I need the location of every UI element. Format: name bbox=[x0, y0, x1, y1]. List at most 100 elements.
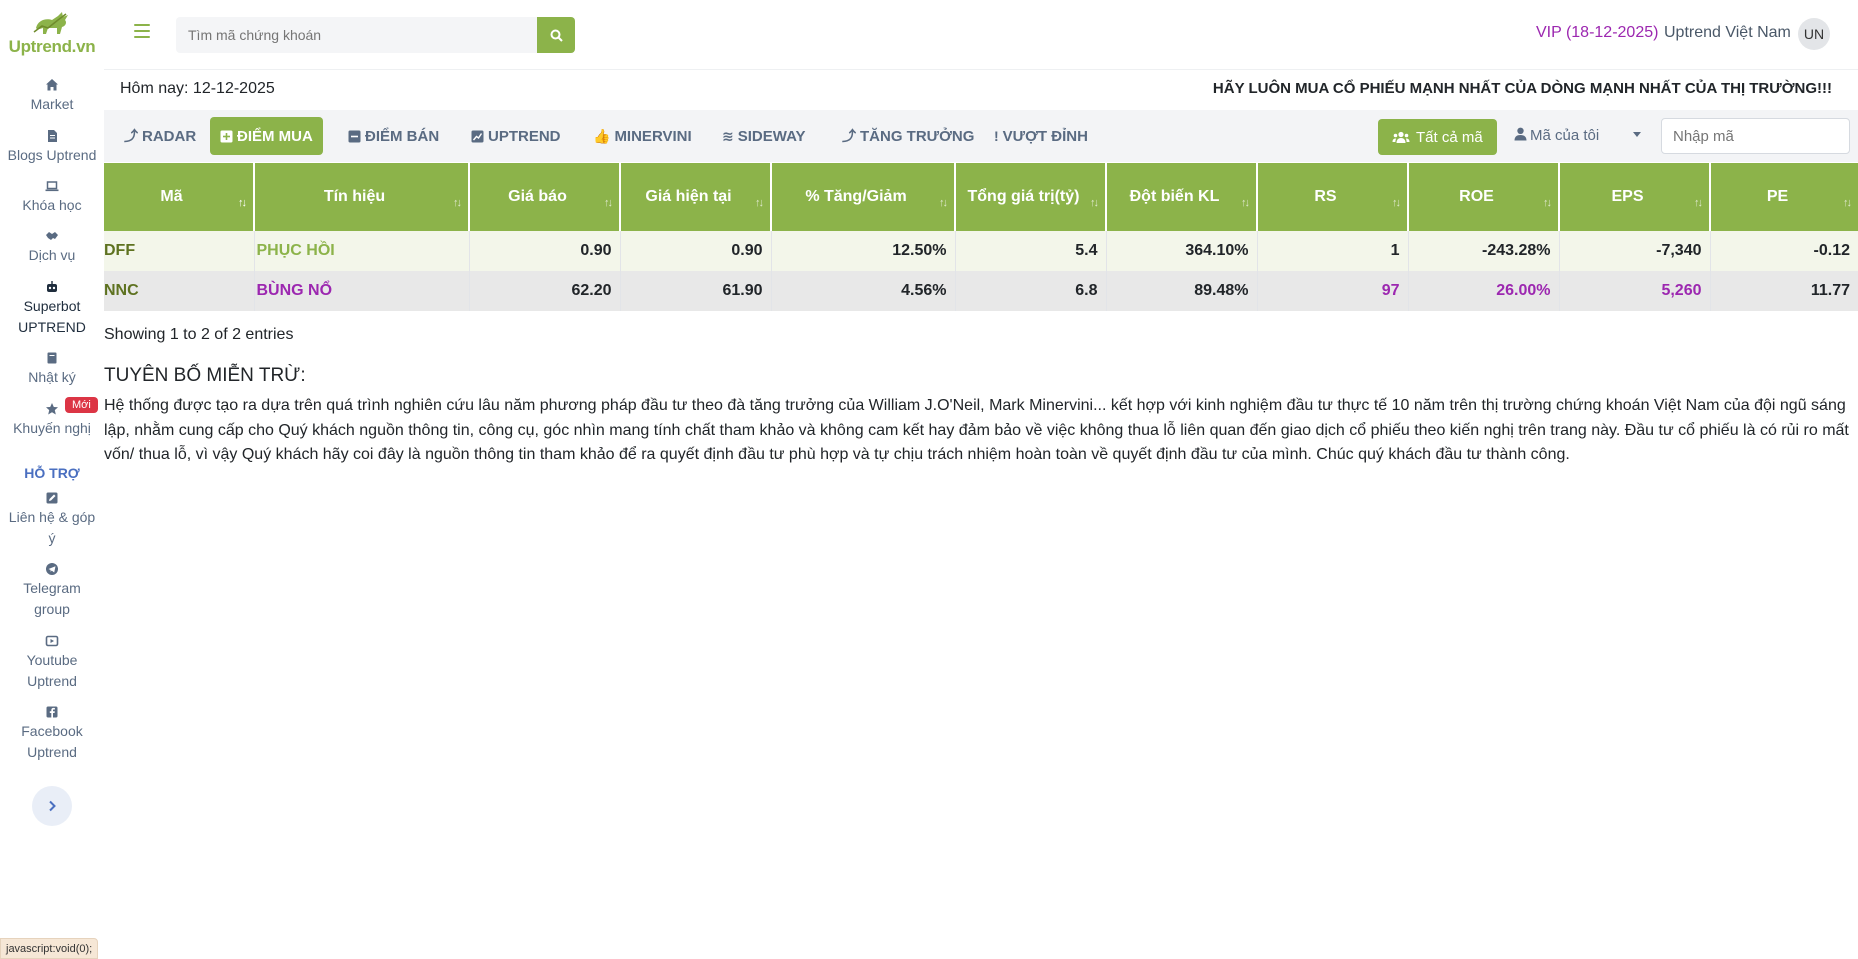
star-icon bbox=[46, 403, 58, 415]
tab-radar[interactable]: ⤴ RADAR bbox=[114, 117, 206, 155]
sort-icon[interactable]: ↑↓ bbox=[1843, 197, 1852, 209]
code-input[interactable] bbox=[1661, 118, 1850, 154]
table-row[interactable]: NNC BÙNG NỔ 62.20 61.90 4.56% 6.8 89.48%… bbox=[104, 271, 1858, 311]
tab-diem-mua[interactable]: ĐIỂM MUA bbox=[210, 117, 323, 155]
sidebar-item-label-line2: group bbox=[34, 601, 70, 617]
sidebar-item-telegram[interactable]: Telegram group bbox=[0, 562, 104, 620]
sidebar-item-contact[interactable]: Liên hệ & góp ý bbox=[0, 491, 104, 549]
sidebar-item-label-line1: Telegram bbox=[23, 580, 81, 596]
sort-icon[interactable]: ↑↓ bbox=[755, 197, 764, 209]
sidebar-item-services[interactable]: Dịch vụ bbox=[0, 229, 104, 266]
disclaimer-title: TUYÊN BỐ MIỄN TRỪ: bbox=[104, 365, 306, 386]
col-header-label: Giá hiện tại bbox=[645, 188, 732, 205]
sidebar-item-label-line1: Facebook bbox=[21, 723, 83, 739]
sidebar-item-journal[interactable]: Nhật ký bbox=[0, 351, 104, 388]
sidebar-item-market[interactable]: Market bbox=[0, 78, 104, 115]
sidebar-item-label: Market bbox=[30, 96, 74, 112]
col-header-signal[interactable]: Tín hiệu ↑↓ bbox=[254, 163, 470, 231]
cell-volume-spike: 364.10% bbox=[1106, 231, 1258, 271]
menu-toggle-icon[interactable] bbox=[134, 24, 150, 38]
bull-logo-icon bbox=[33, 12, 68, 34]
col-header-eps[interactable]: EPS ↑↓ bbox=[1559, 163, 1711, 231]
cell-signal: PHỤC HỒI bbox=[254, 231, 470, 271]
cell-code[interactable]: NNC bbox=[104, 271, 255, 311]
home-icon bbox=[46, 79, 58, 91]
sidebar-item-blogs[interactable]: Blogs Uptrend bbox=[0, 129, 104, 166]
new-badge: Mới bbox=[65, 397, 98, 413]
sidebar-item-superbot[interactable]: Superbot UPTREND bbox=[0, 280, 104, 338]
avatar[interactable]: UN bbox=[1798, 18, 1830, 50]
cell-code[interactable]: DFF bbox=[104, 231, 255, 271]
logo[interactable]: Uptrend.vn bbox=[8, 10, 96, 60]
col-header-volume-spike[interactable]: Đột biến KL ↑↓ bbox=[1106, 163, 1258, 231]
tab-label: MINERVINI bbox=[614, 127, 692, 145]
minus-square-icon bbox=[348, 130, 361, 142]
sort-icon[interactable]: ↑↓ bbox=[604, 197, 613, 209]
file-icon bbox=[48, 130, 57, 142]
all-codes-button[interactable]: Tất cả mã bbox=[1378, 119, 1497, 155]
signals-table: Mã ↑↓ Tín hiệu ↑↓ Giá báo ↑↓ Giá hiện tại ↑↓… bbox=[104, 163, 1858, 311]
tab-sideway[interactable]: ≋ SIDEWAY bbox=[712, 117, 816, 155]
cell-change: 12.50% bbox=[771, 231, 956, 271]
sort-icon[interactable]: ↑↓ bbox=[238, 197, 247, 209]
col-header-label: Tổng giá trị(tỷ) bbox=[967, 188, 1080, 205]
sort-icon[interactable]: ↑↓ bbox=[939, 197, 948, 209]
cell-volume-spike: 89.48% bbox=[1106, 271, 1258, 311]
edit-icon bbox=[46, 492, 58, 504]
user-icon bbox=[1514, 127, 1527, 141]
tab-uptrend[interactable]: UPTREND bbox=[461, 117, 571, 155]
youtube-icon bbox=[45, 635, 59, 647]
facebook-icon bbox=[46, 706, 58, 718]
table-row[interactable]: DFF PHỤC HỒI 0.90 0.90 12.50% 5.4 364.10… bbox=[104, 231, 1858, 271]
tab-label: RADAR bbox=[142, 127, 197, 145]
tab-diem-ban[interactable]: ĐIỂM BÁN bbox=[338, 117, 449, 155]
waves-icon: ≋ bbox=[722, 127, 734, 144]
sidebar-item-facebook[interactable]: Facebook Uptrend bbox=[0, 705, 104, 763]
handshake-icon bbox=[46, 232, 58, 240]
sort-icon[interactable]: ↑↓ bbox=[1090, 197, 1099, 209]
col-header-code[interactable]: Mã ↑↓ bbox=[104, 163, 255, 231]
cell-eps: -7,340 bbox=[1559, 231, 1711, 271]
cell-pe: 11.77 bbox=[1710, 271, 1858, 311]
col-header-change[interactable]: % Tăng/Giảm ↑↓ bbox=[771, 163, 956, 231]
col-header-label: RS bbox=[1314, 188, 1337, 205]
sort-icon[interactable]: ↑↓ bbox=[453, 197, 462, 209]
col-header-total-value[interactable]: Tổng giá trị(tỷ) ↑↓ bbox=[955, 163, 1107, 231]
my-codes-dropdown[interactable]: Mã của tôi bbox=[1514, 127, 1599, 144]
chevron-down-icon[interactable] bbox=[1633, 132, 1641, 137]
sidebar-item-label-line2: ý bbox=[48, 530, 56, 546]
user-name[interactable]: Uptrend Việt Nam bbox=[1664, 24, 1791, 42]
cell-pe: -0.12 bbox=[1710, 231, 1858, 271]
sidebar-item-label: Khuyến nghị bbox=[13, 420, 91, 436]
sidebar-item-youtube[interactable]: Youtube Uptrend bbox=[0, 634, 104, 692]
sort-icon[interactable]: ↑↓ bbox=[1392, 197, 1401, 209]
cell-alert-price: 0.90 bbox=[469, 231, 621, 271]
tab-tang-truong[interactable]: ⤴ TĂNG TRƯỞNG bbox=[832, 117, 984, 155]
sidebar-expand-button[interactable] bbox=[32, 786, 72, 826]
col-header-current-price[interactable]: Giá hiện tại ↑↓ bbox=[620, 163, 772, 231]
plus-square-icon bbox=[220, 130, 233, 142]
sort-icon[interactable]: ↑↓ bbox=[1543, 197, 1552, 209]
col-header-roe[interactable]: ROE ↑↓ bbox=[1408, 163, 1560, 231]
search-input[interactable] bbox=[176, 17, 537, 53]
vip-status[interactable]: VIP (18-12-2025) bbox=[1536, 24, 1658, 42]
today-date: Hôm nay: 12-12-2025 bbox=[120, 80, 275, 97]
tab-minervini[interactable]: 👍 MINERVINI bbox=[583, 117, 702, 155]
sort-icon[interactable]: ↑↓ bbox=[1241, 197, 1250, 209]
tab-label: VƯỢT ĐỈNH bbox=[1002, 127, 1088, 145]
tab-vuot-dinh[interactable]: ! VƯỢT ĐỈNH bbox=[984, 117, 1098, 155]
book-icon bbox=[47, 352, 57, 364]
sidebar-item-label-line2: UPTREND bbox=[18, 319, 86, 335]
all-codes-label: Tất cả mã bbox=[1416, 128, 1483, 146]
col-header-rs[interactable]: RS ↑↓ bbox=[1257, 163, 1409, 231]
cell-roe: 26.00% bbox=[1408, 271, 1560, 311]
col-header-pe[interactable]: PE ↑↓ bbox=[1710, 163, 1858, 231]
search-button[interactable] bbox=[537, 17, 575, 53]
sort-icon[interactable]: ↑↓ bbox=[1694, 197, 1703, 209]
cell-signal: BÙNG NỔ bbox=[254, 271, 470, 311]
sidebar-item-label-line1: Superbot bbox=[23, 298, 81, 314]
col-header-alert-price[interactable]: Giá báo ↑↓ bbox=[469, 163, 621, 231]
my-codes-label: Mã của tôi bbox=[1530, 127, 1600, 144]
sidebar-item-courses[interactable]: Khóa học bbox=[0, 179, 104, 216]
col-header-label: PE bbox=[1766, 188, 1789, 205]
